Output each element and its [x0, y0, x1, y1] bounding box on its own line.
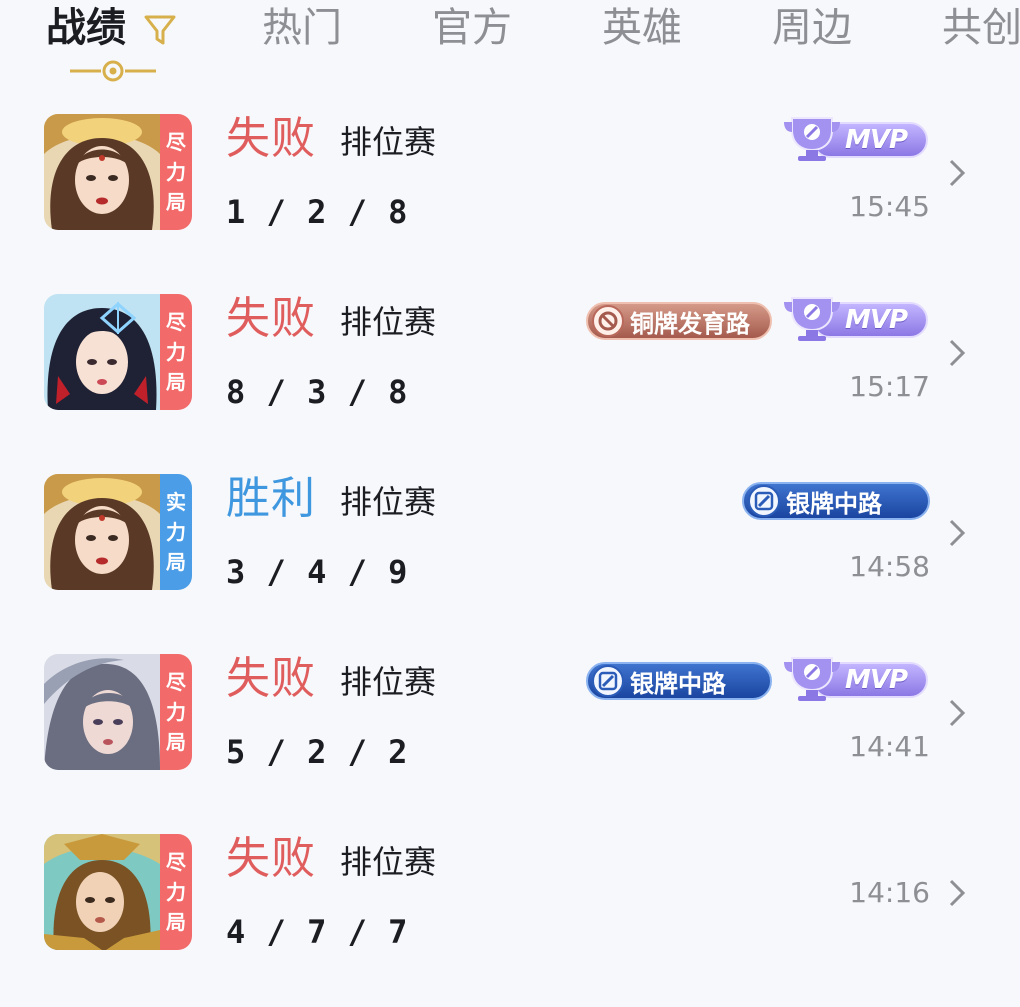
match-mode: 排位赛 [340, 483, 437, 521]
mode-badge: 尽力局 [160, 294, 192, 410]
chevron-right-icon [949, 159, 966, 187]
match-result: 失败 [226, 653, 316, 704]
mode-badge: 尽力局 [160, 114, 192, 230]
slash-icon [598, 671, 618, 691]
match-time: 14:58 [849, 550, 930, 583]
match-row[interactable]: 尽力局 失败 排位赛 8 / 3 / 8 铜牌发育路 MVP 15:17 [0, 294, 1020, 474]
hero-avatar: 实力局 [44, 474, 192, 590]
mode-badge: 实力局 [160, 474, 192, 590]
hero-portrait-dark-hair-bow [44, 294, 160, 410]
match-mode: 排位赛 [340, 123, 437, 161]
chevron-right-icon [949, 339, 966, 367]
tab-official[interactable]: 官方 [432, 2, 512, 54]
match-time: 15:17 [849, 370, 930, 403]
mode-badge: 尽力局 [160, 834, 192, 950]
tab-cocreate[interactable]: 共创 [942, 2, 1020, 54]
mode-badge: 尽力局 [160, 654, 192, 770]
match-mode: 排位赛 [340, 303, 437, 341]
match-time: 14:41 [849, 730, 930, 763]
slash-icon [754, 491, 774, 511]
lane-tag: 银牌中路 [586, 662, 772, 700]
match-mode: 排位赛 [340, 663, 437, 701]
match-mode: 排位赛 [340, 843, 437, 881]
mvp-badge: MVP [782, 654, 930, 702]
mvp-badge: MVP [782, 114, 930, 162]
tab-hot[interactable]: 热门 [262, 2, 342, 54]
tab-merch[interactable]: 周边 [772, 2, 852, 54]
hero-avatar: 尽力局 [44, 294, 192, 410]
match-result: 胜利 [226, 473, 316, 524]
kda-stats: 3 / 4 / 9 [226, 553, 409, 591]
hero-avatar: 尽力局 [44, 654, 192, 770]
hero-portrait-golden-headdress [44, 114, 160, 230]
match-row[interactable]: 尽力局 失败 排位赛 1 / 2 / 8 MVP 15:45 [0, 114, 1020, 294]
hero-portrait-golden-headdress [44, 474, 160, 590]
match-row[interactable]: 尽力局 失败 排位赛 5 / 2 / 2 银牌中路 MVP 14:41 [0, 654, 1020, 834]
hero-avatar: 尽力局 [44, 834, 192, 950]
chevron-right-icon [949, 879, 966, 907]
kda-stats: 8 / 3 / 8 [226, 373, 409, 411]
match-result: 失败 [226, 113, 316, 164]
kda-stats: 4 / 7 / 7 [226, 913, 409, 951]
match-result: 失败 [226, 833, 316, 884]
match-row[interactable]: 实力局 胜利 排位赛 3 / 4 / 9 银牌中路 14:58 [0, 474, 1020, 654]
tab-record[interactable]: 战绩 [46, 2, 126, 54]
hero-avatar: 尽力局 [44, 114, 192, 230]
match-time: 15:45 [849, 190, 930, 223]
top-tab-bar: 战绩 热门 官方 英雄 周边 共创 [0, 0, 1020, 90]
match-result: 失败 [226, 293, 316, 344]
kda-stats: 5 / 2 / 2 [226, 733, 409, 771]
tab-hero[interactable]: 英雄 [602, 2, 682, 54]
lane-tag: 铜牌发育路 [586, 302, 772, 340]
no-sign-icon [598, 311, 618, 331]
chevron-right-icon [949, 699, 966, 727]
mvp-badge: MVP [782, 294, 930, 342]
active-tab-indicator [70, 60, 156, 82]
hero-portrait-silver-hair [44, 654, 160, 770]
chevron-right-icon [949, 519, 966, 547]
lane-tag: 银牌中路 [742, 482, 930, 520]
match-time: 14:16 [849, 876, 930, 909]
hero-portrait-gold-armor [44, 834, 160, 950]
filter-icon[interactable] [142, 12, 178, 48]
kda-stats: 1 / 2 / 8 [226, 193, 409, 231]
match-row[interactable]: 尽力局 失败 排位赛 4 / 7 / 7 14:16 [0, 834, 1020, 1007]
